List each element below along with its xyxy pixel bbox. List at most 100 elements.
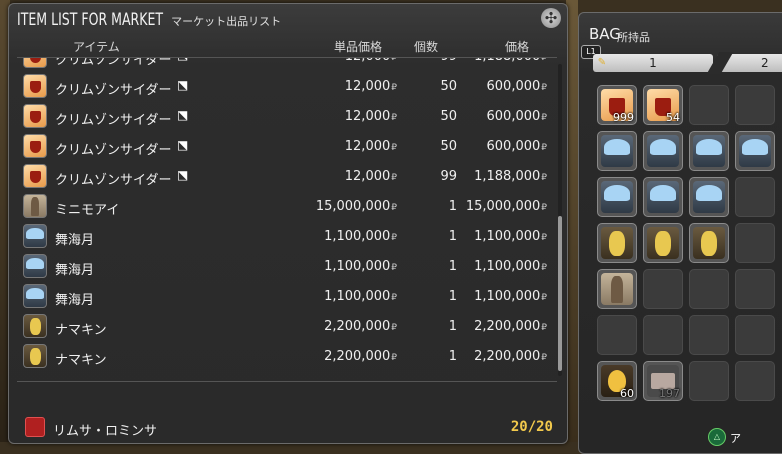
- item-name: 舞海月: [55, 263, 95, 278]
- item-name: ナマキン: [55, 323, 107, 338]
- table-row[interactable]: クリムゾンサイダー ⬔ 12,000₽ 50 600,000₽: [17, 102, 557, 132]
- quantity-value: 1: [448, 289, 457, 304]
- total-price-value: 15,000,000: [465, 199, 541, 214]
- gil-icon: ₽: [541, 58, 547, 63]
- item-name: 舞海月: [55, 233, 95, 248]
- bag-slot[interactable]: [689, 131, 729, 171]
- bag-slot[interactable]: [597, 177, 637, 217]
- unit-price-value: 1,100,000: [324, 259, 391, 274]
- jelly-item-icon: [693, 135, 725, 167]
- scrollbar[interactable]: [558, 64, 562, 376]
- total-price: 2,200,000₽: [474, 349, 547, 364]
- bag-slot[interactable]: [643, 223, 683, 263]
- bag-slot[interactable]: [597, 315, 637, 355]
- city-emblem-icon: [25, 417, 45, 437]
- bag-slot[interactable]: [689, 269, 729, 309]
- bag-slot[interactable]: [689, 361, 729, 401]
- bag-slot[interactable]: [643, 269, 683, 309]
- table-row[interactable]: クリムゾンサイダー⬔12,000₽991,188,000₽: [17, 58, 557, 72]
- gil-icon: ₽: [541, 173, 547, 183]
- unit-price-value: 1,100,000: [324, 289, 391, 304]
- unit-price-value: 2,200,000: [324, 319, 391, 334]
- table-row[interactable]: 舞海月 1,100,000₽ 1 1,100,000₽: [17, 252, 557, 282]
- quantity: 50: [440, 79, 457, 94]
- mandra-item-icon: [23, 314, 47, 338]
- market-item-list[interactable]: クリムゾンサイダー⬔12,000₽991,188,000₽クリムゾンサイダー⬔1…: [17, 58, 557, 380]
- bag-slot[interactable]: [735, 269, 775, 309]
- total-price: 15,000,000₽: [466, 199, 547, 214]
- bag-slot[interactable]: [689, 223, 729, 263]
- bag-tab-2[interactable]: 2: [706, 52, 782, 74]
- bag-slot[interactable]: [689, 85, 729, 125]
- triangle-button-icon[interactable]: △: [708, 428, 726, 446]
- table-row[interactable]: ナマキン 2,200,000₽ 1 2,200,000₽: [17, 312, 557, 342]
- bag-slot[interactable]: 60: [597, 361, 637, 401]
- item-name: クリムゾンサイダー: [55, 173, 172, 188]
- unit-price-value: 12,000: [344, 139, 391, 154]
- table-row[interactable]: クリムゾンサイダー ⬔ 12,000₽ 50 600,000₽: [17, 132, 557, 162]
- market-title: ITEM LIST FOR MARKET: [17, 10, 164, 30]
- total-price-value: 2,200,000: [474, 349, 541, 364]
- table-row[interactable]: ミニモアイ 15,000,000₽ 1 15,000,000₽: [17, 192, 557, 222]
- quantity: 1: [449, 319, 457, 334]
- bag-slot[interactable]: 197: [643, 361, 683, 401]
- quantity: 99: [440, 169, 457, 184]
- unit-price: 2,200,000₽: [324, 349, 397, 364]
- jelly-item-icon: [23, 254, 47, 278]
- bag-slot[interactable]: [597, 269, 637, 309]
- bag-window: BAG 所持品 L1 ✎ 1 2 999 54 60 197: [578, 12, 782, 454]
- bag-slot[interactable]: [689, 315, 729, 355]
- bag-slot[interactable]: [643, 177, 683, 217]
- bag-slot[interactable]: [735, 85, 775, 125]
- item-name: 舞海月: [55, 293, 95, 308]
- close-icon[interactable]: ✣: [541, 8, 561, 28]
- unit-price-value: 15,000,000: [315, 199, 391, 214]
- gil-icon: ₽: [541, 353, 547, 363]
- gil-icon: ₽: [541, 263, 547, 273]
- quantity-value: 99: [440, 169, 457, 184]
- cider-item-icon: [23, 58, 47, 68]
- scrollbar-thumb[interactable]: [558, 216, 562, 371]
- bag-slot[interactable]: [689, 177, 729, 217]
- bag-slot[interactable]: [735, 177, 775, 217]
- bag-slot[interactable]: [735, 361, 775, 401]
- table-row[interactable]: 舞海月 1,100,000₽ 1 1,100,000₽: [17, 282, 557, 312]
- bag-slot[interactable]: 54: [643, 85, 683, 125]
- table-row[interactable]: ナマキン 2,200,000₽ 1 2,200,000₽: [17, 342, 557, 372]
- bag-slot[interactable]: [735, 315, 775, 355]
- bag-slot[interactable]: [643, 315, 683, 355]
- table-row[interactable]: クリムゾンサイダー ⬔ 12,000₽ 50 600,000₽: [17, 72, 557, 102]
- mandra-item-icon: [693, 227, 725, 259]
- quantity-value: 99: [440, 58, 457, 64]
- bag-tab-1[interactable]: ✎ 1: [593, 54, 713, 72]
- quantity-value: 1: [448, 229, 457, 244]
- bag-slot[interactable]: [735, 223, 775, 263]
- bag-slot[interactable]: 999: [597, 85, 637, 125]
- gil-icon: ₽: [391, 293, 397, 303]
- total-price: 1,188,000₽: [474, 169, 547, 184]
- bag-slot[interactable]: [643, 131, 683, 171]
- quantity: 1: [449, 259, 457, 274]
- gil-icon: ₽: [541, 143, 547, 153]
- quantity: 1: [449, 289, 457, 304]
- quantity: 1: [449, 229, 457, 244]
- total-price-value: 1,100,000: [474, 259, 541, 274]
- bag-slot[interactable]: [735, 131, 775, 171]
- item-name: クリムゾンサイダー: [55, 113, 172, 128]
- market-list-window: ITEM LIST FOR MARKET マーケット出品リスト ✣ アイテム 単…: [8, 3, 568, 444]
- table-row[interactable]: 舞海月 1,100,000₽ 1 1,100,000₽: [17, 222, 557, 252]
- unit-price-value: 12,000: [344, 169, 391, 184]
- table-row[interactable]: クリムゾンサイダー⬔12,000₽991,188,000₽: [17, 162, 557, 192]
- unit-price-value: 2,200,000: [324, 349, 391, 364]
- unit-price: 1,100,000₽: [324, 229, 397, 244]
- total-price: 1,100,000₽: [474, 259, 547, 274]
- total-price-value: 2,200,000: [474, 319, 541, 334]
- slot-quantity: 60: [620, 387, 634, 400]
- gil-icon: ₽: [541, 83, 547, 93]
- unit-price: 15,000,000₽: [316, 199, 397, 214]
- unit-price: 12,000₽: [345, 109, 397, 124]
- bag-slot[interactable]: [597, 223, 637, 263]
- market-subtitle: マーケット出品リスト: [171, 15, 282, 28]
- bag-slot[interactable]: [597, 131, 637, 171]
- total-price: 600,000₽: [487, 109, 548, 124]
